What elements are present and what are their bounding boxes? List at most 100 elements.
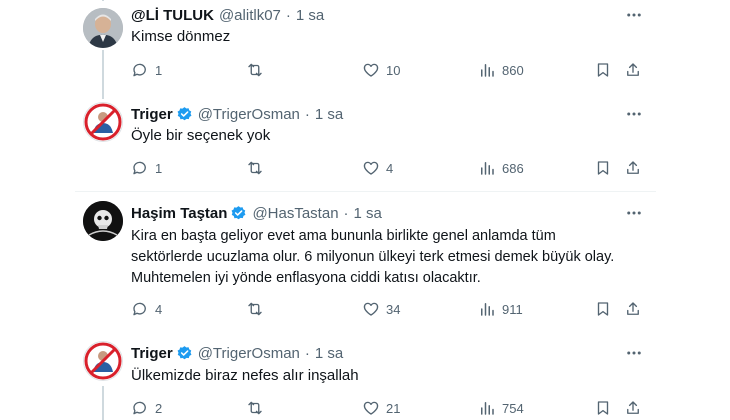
more-icon[interactable] [624,104,644,124]
heart-icon [363,302,379,316]
verified-badge-icon [177,345,192,359]
tweet-actions: 2 21 754 [131,398,646,418]
separator-dot: · [304,344,310,362]
heart-icon [363,63,379,77]
share-icon [627,401,639,414]
share-button[interactable] [624,299,642,319]
views-icon [481,162,494,175]
display-name[interactable]: Haşim Taştan [131,205,227,222]
retweet-icon [248,302,262,316]
heart-icon [363,161,379,175]
like-count: 34 [386,301,401,317]
like-count: 4 [386,160,394,176]
reply-count: 4 [155,301,163,317]
tweet-text-line: Muhtemelen iyi yönde enflasyona ciddi ka… [131,270,481,286]
reply-button[interactable]: 4 [131,299,162,319]
bookmark-icon [597,161,609,175]
retweet-icon [248,161,262,175]
timestamp[interactable]: 1 sa [354,205,382,222]
retweet-icon [248,63,262,77]
views-button[interactable]: 911 [478,299,523,319]
avatar[interactable] [83,8,123,48]
views-button[interactable]: 686 [478,158,524,178]
avatar[interactable] [83,102,123,142]
handle[interactable]: @TrigerOsman [198,106,300,123]
verified-badge-icon [177,106,192,120]
bookmark-button[interactable] [594,299,612,319]
like-button[interactable]: 21 [362,398,400,418]
share-icon [627,161,639,174]
handle[interactable]: @HasTastan [252,205,338,222]
tweet-separator [75,191,656,192]
like-button[interactable]: 10 [362,60,400,80]
tweet-text-line: sektörlerde ucuzlama olur. 6 milyonun ül… [131,249,615,265]
tweet-text: Ülkemizde biraz nefes alır inşallah [131,366,359,386]
handle[interactable]: @alitlk07 [219,7,281,24]
share-button[interactable] [624,398,642,418]
views-button[interactable]: 860 [478,60,524,80]
views-icon [481,303,494,316]
views-icon [481,402,494,415]
tweet-actions: 1 4 686 [131,158,646,178]
avatar[interactable] [83,341,123,381]
display-name[interactable]: Triger [131,106,173,123]
timestamp[interactable]: 1 sa [315,106,343,123]
tweet-text: Kira en başta geliyor evet ama bununla b… [131,226,614,289]
share-button[interactable] [624,60,642,80]
views-count: 754 [502,400,524,416]
display-name[interactable]: Triger [131,345,173,362]
reply-icon [133,63,146,77]
share-icon [627,63,639,76]
views-icon [481,64,494,77]
separator-dot: · [285,6,291,24]
reply-count: 1 [155,160,163,176]
tweet-actions: 4 34 911 [131,299,646,319]
bookmark-button[interactable] [594,60,612,80]
bookmark-icon [597,401,609,415]
reply-button[interactable]: 2 [131,398,162,418]
bookmark-icon [597,63,609,77]
reply-button[interactable]: 1 [131,158,162,178]
tweet-text: Öyle bir seçenek yok [131,126,270,146]
tweet-header: Triger @TrigerOsman · 1 sa [131,104,343,124]
tweet-text-line: Kimse dönmez [131,28,231,45]
heart-icon [363,401,379,415]
bookmark-icon [597,302,609,316]
display-name[interactable]: @Lİ TULUK [131,7,214,24]
retweet-button[interactable] [246,398,270,418]
timestamp[interactable]: 1 sa [296,7,324,24]
tweet-header: Triger @TrigerOsman · 1 sa [131,343,343,363]
retweet-button[interactable] [246,60,270,80]
more-icon[interactable] [624,343,644,363]
like-count: 21 [386,400,401,416]
tweet-text-line: Kira en başta geliyor evet ama bununla b… [131,228,556,244]
share-button[interactable] [624,158,642,178]
separator-dot: · [343,204,349,222]
share-icon [627,302,639,315]
views-count: 860 [502,62,524,78]
handle[interactable]: @TrigerOsman [198,345,300,362]
reply-button[interactable]: 1 [131,60,162,80]
tweet-text-line: Ülkemizde biraz nefes alır inşallah [131,367,359,384]
bookmark-button[interactable] [594,158,612,178]
reply-count: 1 [155,62,163,78]
like-button[interactable]: 4 [362,158,393,178]
retweet-button[interactable] [246,158,270,178]
retweet-icon [248,401,262,415]
separator-dot: · [304,105,310,123]
retweet-button[interactable] [246,299,270,319]
verified-badge-icon [231,205,246,219]
more-icon[interactable] [624,203,644,223]
tweet-header: @Lİ TULUK @alitlk07 · 1 sa [131,5,324,25]
bookmark-button[interactable] [594,398,612,418]
avatar[interactable] [83,201,123,241]
views-button[interactable]: 754 [478,398,524,418]
more-icon[interactable] [624,5,644,25]
reply-icon [133,161,146,175]
tweet-text: Kimse dönmez [131,27,230,47]
like-button[interactable]: 34 [362,299,400,319]
views-count: 911 [502,301,523,317]
timestamp[interactable]: 1 sa [315,345,343,362]
tweet-actions: 1 10 860 [131,60,646,80]
views-count: 686 [502,160,524,176]
